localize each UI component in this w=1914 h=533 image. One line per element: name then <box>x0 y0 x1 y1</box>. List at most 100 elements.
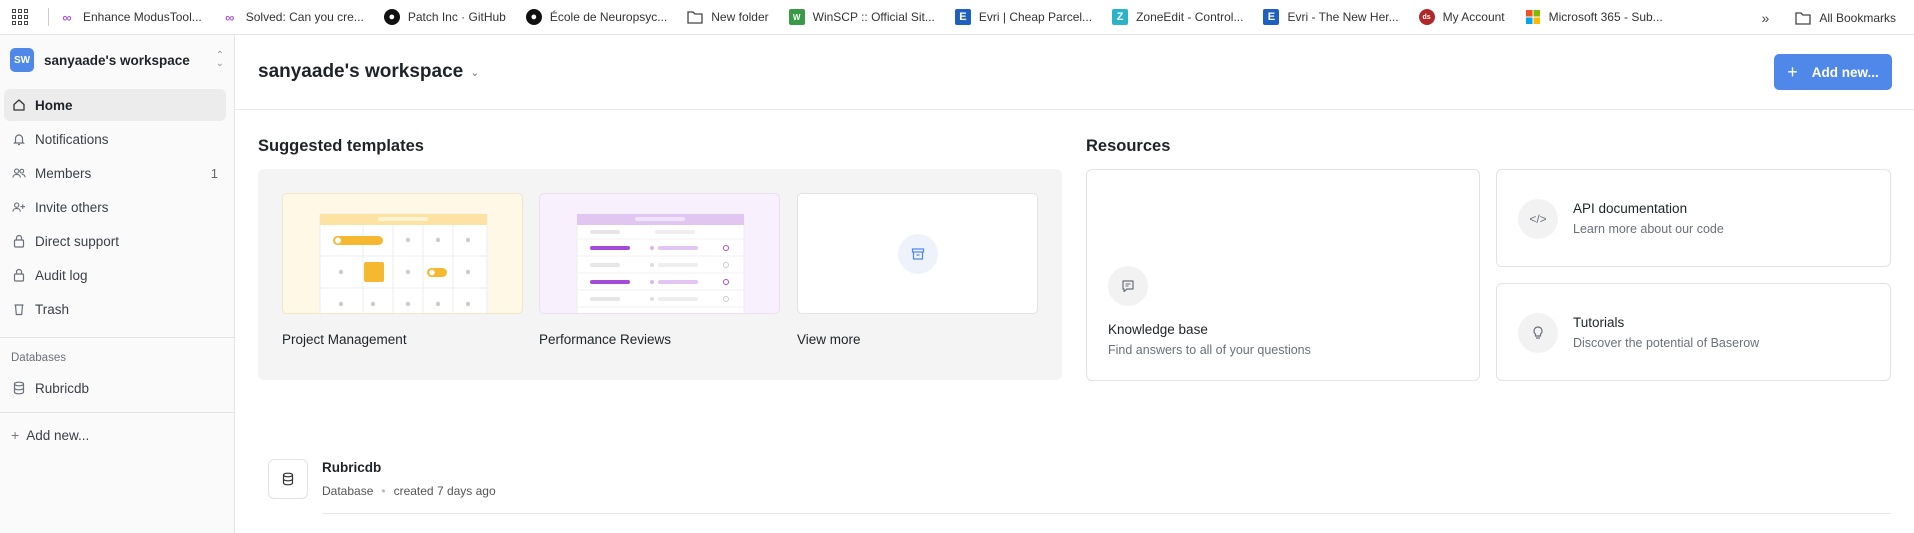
bookmark-item[interactable]: ● École de Neuropsyc... <box>525 9 667 25</box>
template-label: Project Management <box>282 332 407 347</box>
resource-title: Knowledge base <box>1108 322 1208 337</box>
users-icon <box>12 166 26 180</box>
sidebar-item-label: Direct support <box>35 233 120 249</box>
sidebar-item-label: Members <box>35 165 92 181</box>
bookmark-item[interactable]: E Evri - The New Her... <box>1263 9 1399 25</box>
sidebar-item-label: Rubricdb <box>35 380 90 396</box>
resource-title: Tutorials <box>1573 315 1625 330</box>
zoneedit-icon: Z <box>1112 9 1129 25</box>
workspace-switcher[interactable]: SW sanyaade's workspace ⌃ ⌄ <box>0 47 234 73</box>
sidebar-add-new-button[interactable]: + Add new... <box>0 427 234 443</box>
list-divider <box>323 513 1891 514</box>
database-type: Database <box>322 484 374 498</box>
template-view-more[interactable]: View more <box>797 193 1038 347</box>
bookmark-item[interactable]: ds My Account <box>1418 9 1505 25</box>
modus-icon: ∞ <box>62 9 72 25</box>
bookmark-item[interactable]: W WinSCP :: Official Sit... <box>788 9 935 25</box>
sidebar-divider <box>0 337 234 338</box>
main-content: sanyaade's workspace ⌄ + Add new... Sugg… <box>235 35 1914 533</box>
sidebar-item-notifications[interactable]: Notifications <box>4 123 226 155</box>
microsoft-icon <box>1525 9 1541 25</box>
bookmark-item[interactable]: ∞ Solved: Can you cre... <box>222 9 364 25</box>
bookmark-item[interactable]: Microsoft 365 - Sub... <box>1525 9 1663 25</box>
sidebar-item-label: Home <box>35 97 73 113</box>
resource-description: Find answers to all of your questions <box>1108 343 1311 357</box>
sidebar: SW sanyaade's workspace ⌃ ⌄ Home Notifica… <box>0 35 235 533</box>
sidebar-item-label: Notifications <box>35 131 109 147</box>
bookmark-item[interactable]: E Evri | Cheap Parcel... <box>954 9 1092 25</box>
all-bookmarks-link[interactable]: All Bookmarks <box>1819 11 1896 25</box>
plus-icon: + <box>11 427 20 443</box>
sidebar-item-members[interactable]: Members 1 <box>4 157 226 189</box>
reviews-list-illustration <box>576 213 745 313</box>
user-plus-icon <box>12 200 26 214</box>
sidebar-item-label: Trash <box>35 301 70 317</box>
resource-description: Discover the potential of Baserow <box>1573 336 1760 350</box>
bookmark-item[interactable]: New folder <box>687 9 769 25</box>
plus-icon: + <box>1787 61 1798 82</box>
database-icon <box>12 381 26 395</box>
sidebar-item-label: Invite others <box>35 199 109 215</box>
api-documentation-card[interactable]: </> API documentation Learn more about o… <box>1496 169 1891 267</box>
folder-icon <box>1795 10 1811 26</box>
code-icon: </> <box>1518 199 1558 239</box>
lock-icon <box>12 234 26 248</box>
template-project-management[interactable]: Project Management <box>282 193 523 347</box>
database-icon <box>268 459 308 499</box>
knowledge-base-card[interactable]: Knowledge base Find answers to all of yo… <box>1086 169 1480 381</box>
template-performance-reviews[interactable]: Performance Reviews <box>539 193 780 347</box>
home-icon <box>12 98 26 112</box>
tutorials-card[interactable]: Tutorials Discover the potential of Base… <box>1496 283 1891 381</box>
github-icon: ● <box>383 9 400 25</box>
sidebar-item-invite-others[interactable]: Invite others <box>4 191 226 223</box>
evri-icon: E <box>954 9 971 25</box>
resource-description: Learn more about our code <box>1573 222 1724 236</box>
bookmark-item[interactable]: Z ZoneEdit - Control... <box>1112 9 1243 25</box>
bookmark-item[interactable]: ∞ Enhance ModusTool... <box>59 9 201 25</box>
bookmarks-separator <box>48 8 49 26</box>
lock-icon <box>12 268 26 282</box>
members-count-badge: 1 <box>210 165 218 181</box>
chevron-double-right-icon[interactable]: » <box>1762 10 1770 26</box>
modus-icon: ∞ <box>225 9 235 25</box>
templates-panel: Project Management Performance Reviews V… <box>258 169 1062 380</box>
bookmarks-bar: ∞ Enhance ModusTool... ∞ Solved: Can you… <box>0 0 1914 35</box>
add-new-button[interactable]: + Add new... <box>1774 54 1892 90</box>
project-grid-illustration <box>319 213 488 313</box>
sidebar-item-rubricdb[interactable]: Rubricdb <box>4 372 226 404</box>
apps-grid-icon[interactable] <box>10 7 30 27</box>
database-list-item[interactable]: Rubricdb Database • created 7 days ago <box>268 459 496 499</box>
workspace-avatar: SW <box>10 48 34 72</box>
lightbulb-icon <box>1518 313 1558 353</box>
chevron-updown-icon: ⌃ ⌄ <box>215 50 224 69</box>
separator-dot: • <box>381 484 386 498</box>
trash-icon <box>12 302 26 316</box>
template-preview <box>539 193 780 314</box>
suggested-templates-heading: Suggested templates <box>258 137 424 155</box>
sidebar-item-home[interactable]: Home <box>4 89 226 121</box>
sidebar-item-direct-support[interactable]: Direct support <box>4 225 226 257</box>
resources-heading: Resources <box>1086 137 1171 155</box>
workspace-name: sanyaade's workspace <box>44 52 190 68</box>
template-label: View more <box>797 332 861 347</box>
github-icon: ● <box>525 9 542 25</box>
databases-heading: Databases <box>11 352 66 364</box>
sidebar-item-audit-log[interactable]: Audit log <box>4 259 226 291</box>
sidebar-item-label: Audit log <box>35 267 88 283</box>
account-icon: ds <box>1418 9 1435 25</box>
bookmarks-right: » All Bookmarks <box>1762 0 1896 35</box>
chevron-down-icon[interactable]: ⌄ <box>470 66 479 79</box>
resource-title: API documentation <box>1573 201 1688 216</box>
template-preview <box>282 193 523 314</box>
archive-icon <box>897 233 938 274</box>
page-title[interactable]: sanyaade's workspace <box>258 61 463 83</box>
database-info: Rubricdb Database • created 7 days ago <box>322 459 496 498</box>
database-meta: Database • created 7 days ago <box>322 484 496 498</box>
winscp-icon: W <box>788 9 805 25</box>
sidebar-divider <box>0 412 234 413</box>
bookmark-item[interactable]: ● Patch Inc · GitHub <box>383 9 506 25</box>
evri-icon: E <box>1263 9 1280 25</box>
template-preview <box>797 193 1038 314</box>
template-label: Performance Reviews <box>539 332 672 347</box>
sidebar-item-trash[interactable]: Trash <box>4 293 226 325</box>
